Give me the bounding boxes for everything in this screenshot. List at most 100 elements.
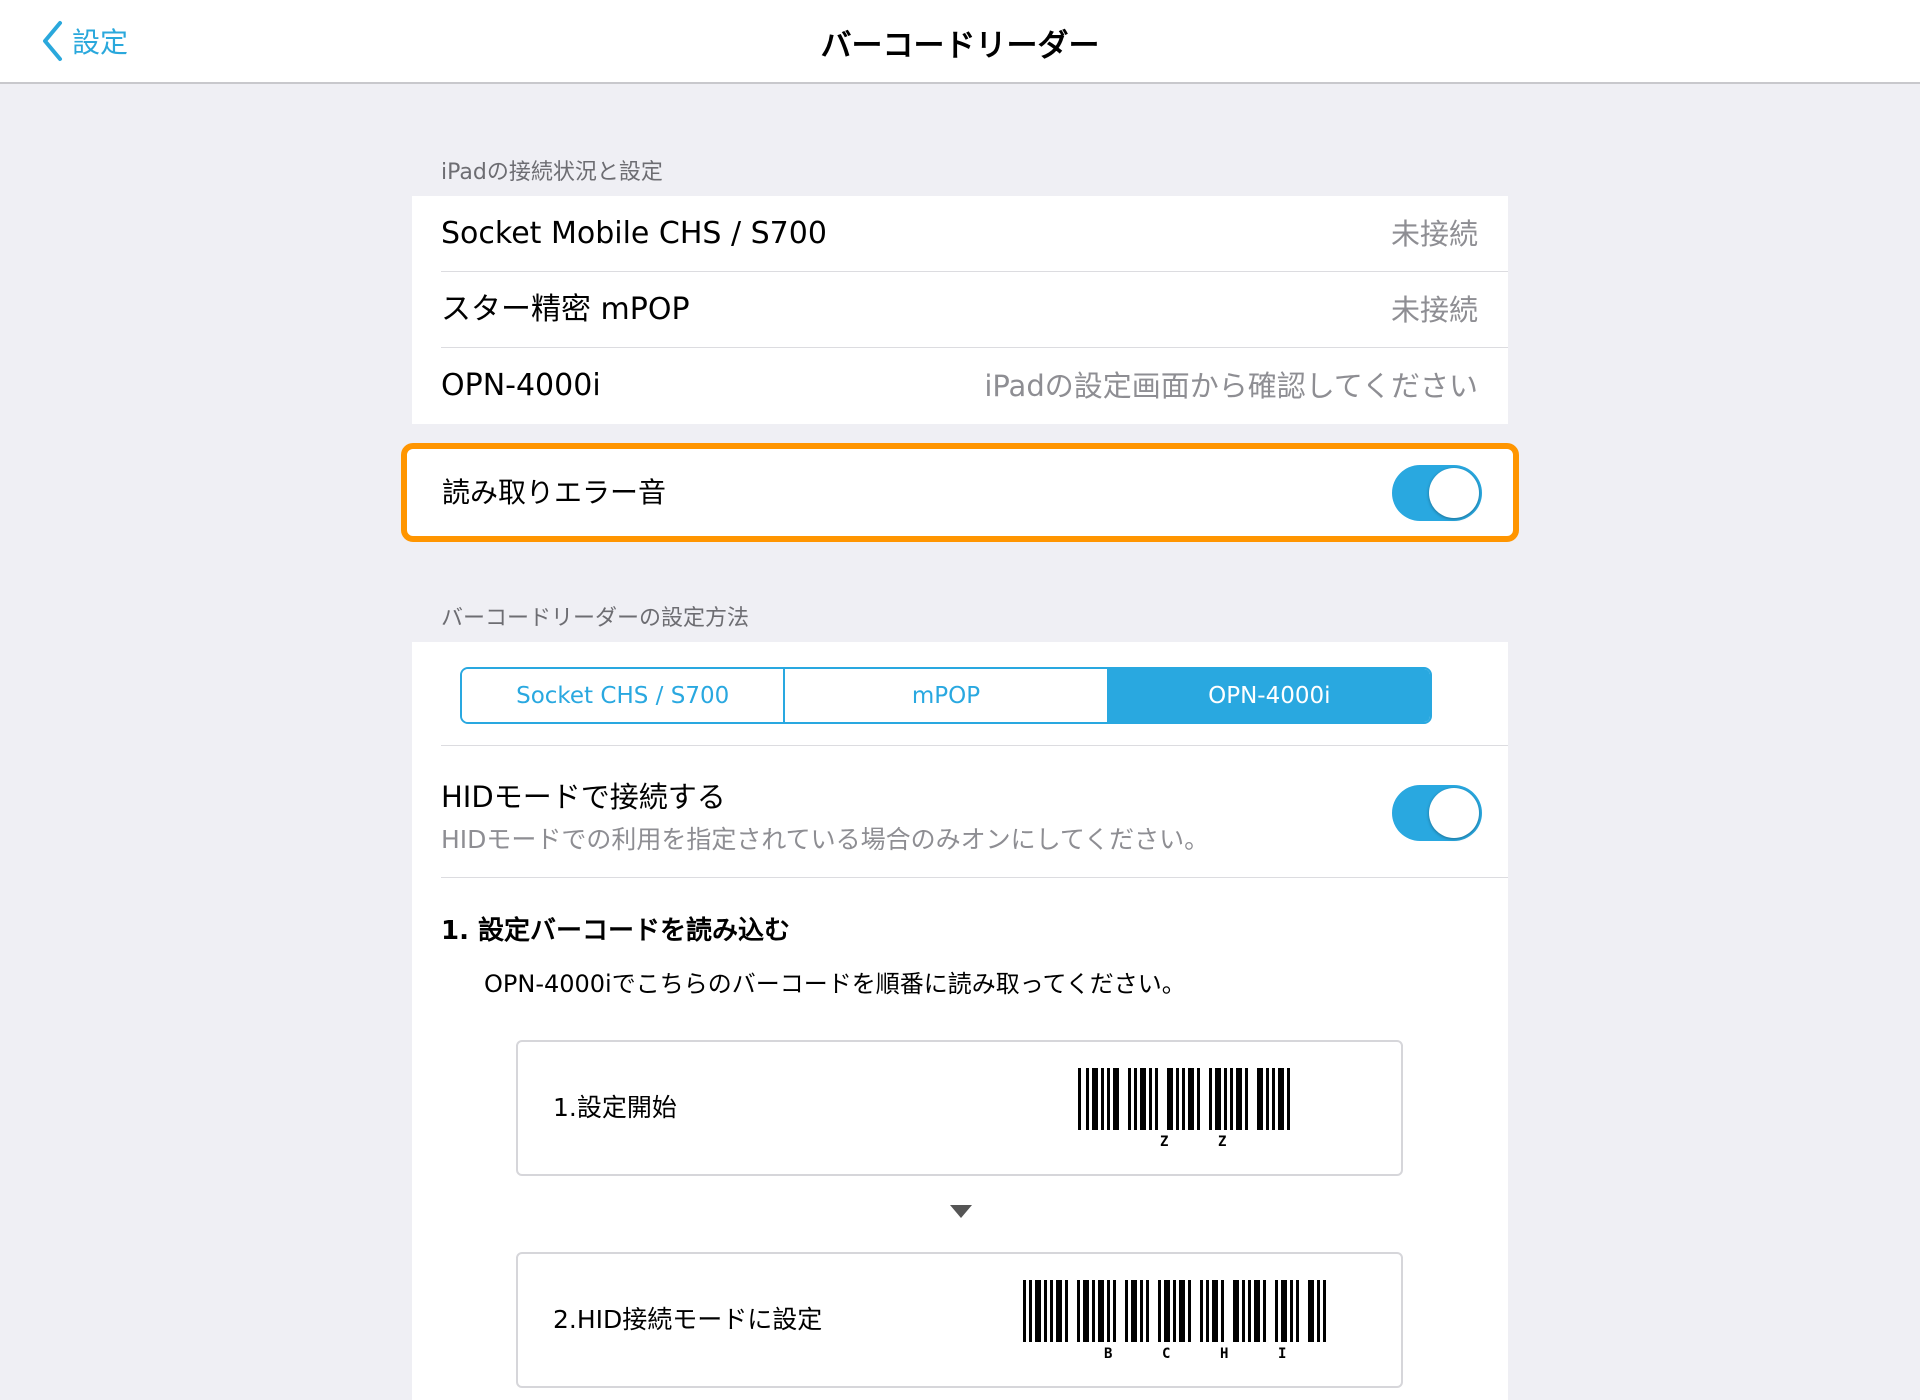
barcode-bar [1098, 1280, 1104, 1342]
divider [441, 745, 1508, 746]
barcode-char: Z [1160, 1134, 1169, 1150]
barcode-bar [1107, 1280, 1110, 1342]
connection-list: Socket Mobile CHS / S700 未接続 スター精密 mPOP … [412, 196, 1508, 424]
barcode-bar [1221, 1280, 1224, 1342]
device-segmented-control: Socket CHS / S700 mPOP OPN-4000i [460, 667, 1432, 724]
barcode-bar [1272, 1068, 1275, 1130]
barcode-bar [1206, 1280, 1209, 1342]
barcode-bar [1167, 1068, 1173, 1130]
barcode-image [1078, 1068, 1290, 1130]
barcode-bar [1065, 1280, 1068, 1342]
barcode-bar [1101, 1068, 1104, 1130]
barcode-bar [1077, 1280, 1080, 1342]
barcode-bar [1200, 1280, 1203, 1342]
barcode-bar [1197, 1068, 1200, 1130]
segment-socket[interactable]: Socket CHS / S700 [462, 669, 786, 722]
segment-mpop[interactable]: mPOP [785, 669, 1109, 722]
barcode-bar [1308, 1280, 1314, 1342]
barcode-char: H [1220, 1346, 1229, 1362]
barcode-bar [1056, 1280, 1062, 1342]
barcode-bar [1092, 1068, 1098, 1130]
barcode-bar [1275, 1280, 1278, 1342]
hid-mode-subtitle: HIDモードでの利用を指定されている場合のみオンにしてください。 [441, 825, 1210, 854]
section-header-setup: バーコードリーダーの設定方法 [441, 606, 750, 631]
barcode-bar [1224, 1068, 1227, 1130]
barcode-bar [1290, 1280, 1293, 1342]
barcode-bar [1296, 1280, 1299, 1342]
barcode-bar [1158, 1280, 1161, 1342]
connection-row-socket[interactable]: Socket Mobile CHS / S700 未接続 [412, 196, 1508, 272]
barcode-bar [1128, 1068, 1131, 1130]
error-sound-row-highlight: 読み取りエラー音 [401, 443, 1519, 542]
arrow-down-icon [950, 1205, 972, 1218]
barcode-bar [1134, 1068, 1137, 1130]
segment-opn[interactable]: OPN-4000i [1108, 669, 1430, 722]
barcode-bar [1317, 1280, 1320, 1342]
barcode-bar [1281, 1280, 1287, 1342]
barcode-bar [1233, 1280, 1239, 1342]
barcode-bar [1155, 1068, 1158, 1130]
barcode-card-1: 1.設定開始 Z Z [516, 1040, 1403, 1176]
barcode-bar [1266, 1068, 1269, 1130]
barcode-bar [1086, 1068, 1089, 1130]
barcode-bar [1078, 1068, 1081, 1130]
barcode-bar [1044, 1280, 1047, 1342]
barcode-char: Z [1218, 1134, 1227, 1150]
section-header-connection: iPadの接続状況と設定 [441, 160, 663, 185]
navigation-bar: 設定 バーコードリーダー [0, 0, 1920, 84]
connection-status: 未接続 [1390, 217, 1478, 251]
barcode-card-label: 1.設定開始 [553, 1093, 677, 1122]
barcode-bar [1149, 1068, 1152, 1130]
barcode-bar [1245, 1068, 1248, 1130]
barcode-bar [1035, 1280, 1041, 1342]
toggle-knob [1429, 788, 1479, 838]
connection-status: 未接続 [1390, 293, 1478, 327]
barcode-bar [1209, 1068, 1212, 1130]
barcode-bar [1092, 1280, 1095, 1342]
page-title: バーコードリーダー [820, 28, 1100, 64]
barcode-bar [1173, 1280, 1176, 1342]
barcode-bar [1125, 1280, 1128, 1342]
barcode-bar [1140, 1280, 1143, 1342]
barcode-char: B [1104, 1346, 1113, 1362]
step-description: OPN-4000iでこちらのバーコードを順番に読み取ってください。 [484, 970, 1186, 998]
barcode-bar [1131, 1280, 1137, 1342]
barcode-card-2: 2.HID接続モードに設定 B C H I [516, 1252, 1403, 1388]
device-name: Socket Mobile CHS / S700 [441, 216, 827, 251]
step-heading: 1. 設定バーコードを読み込む [441, 916, 791, 946]
barcode-bar [1230, 1068, 1233, 1130]
barcode-char: C [1162, 1346, 1171, 1362]
barcode-bar [1254, 1280, 1260, 1342]
barcode-bar [1164, 1280, 1170, 1342]
barcode-bar [1029, 1280, 1032, 1342]
barcode-bar [1242, 1280, 1245, 1342]
barcode-bar [1179, 1280, 1185, 1342]
hid-mode-title: HIDモードで接続する [441, 780, 726, 814]
barcode-bar [1236, 1068, 1242, 1130]
barcode-bar [1176, 1068, 1179, 1130]
barcode-bar [1146, 1280, 1149, 1342]
barcode-bar [1023, 1280, 1026, 1342]
barcode-bar [1188, 1280, 1191, 1342]
hid-mode-toggle[interactable] [1392, 785, 1482, 841]
barcode-image [1023, 1280, 1326, 1342]
barcode-bar [1140, 1068, 1146, 1130]
error-sound-label: 読み取りエラー音 [442, 476, 667, 509]
barcode-bar [1083, 1280, 1089, 1342]
error-sound-toggle[interactable] [1392, 465, 1482, 521]
barcode-bar [1188, 1068, 1194, 1130]
device-name: OPN-4000i [441, 368, 601, 403]
barcode-bar [1248, 1280, 1251, 1342]
connection-row-opn[interactable]: OPN-4000i iPadの設定画面から確認してください [412, 348, 1508, 424]
barcode-bar [1263, 1280, 1266, 1342]
barcode-bar [1113, 1068, 1119, 1130]
barcode-bar [1215, 1068, 1221, 1130]
barcode-bar [1107, 1068, 1110, 1130]
divider [441, 877, 1508, 878]
device-name: スター精密 mPOP [441, 292, 690, 327]
barcode-char: I [1278, 1346, 1287, 1362]
barcode-bar [1323, 1280, 1326, 1342]
barcode-bar [1212, 1280, 1218, 1342]
connection-status: iPadの設定画面から確認してください [984, 369, 1478, 403]
connection-row-mpop[interactable]: スター精密 mPOP 未接続 [412, 272, 1508, 348]
